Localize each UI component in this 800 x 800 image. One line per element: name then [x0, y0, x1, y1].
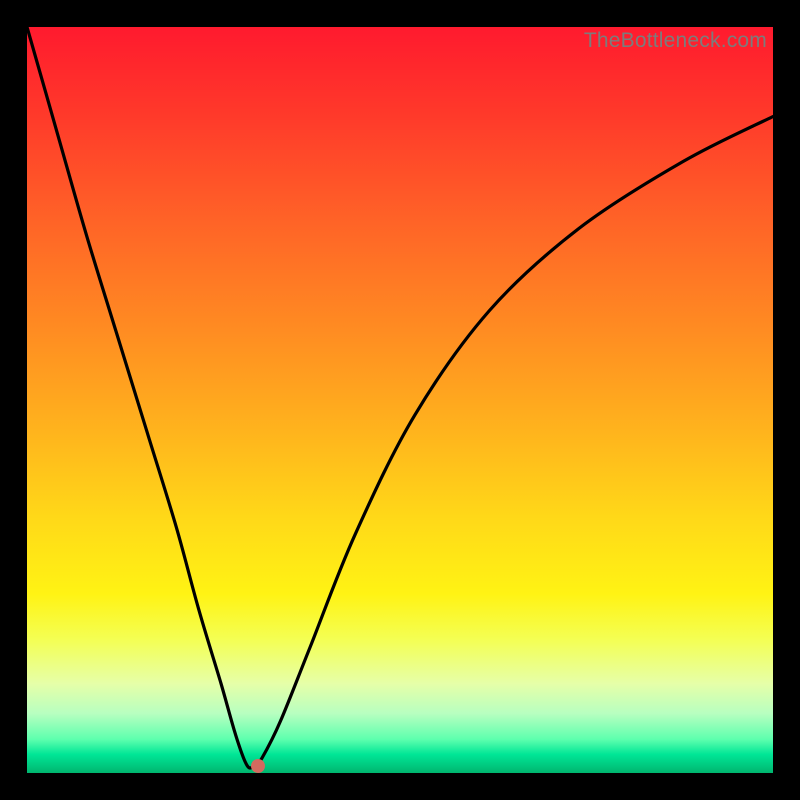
bottleneck-curve — [27, 27, 773, 773]
chart-frame: TheBottleneck.com — [0, 0, 800, 800]
plot-area: TheBottleneck.com — [27, 27, 773, 773]
curve-minimum-marker — [251, 759, 265, 773]
